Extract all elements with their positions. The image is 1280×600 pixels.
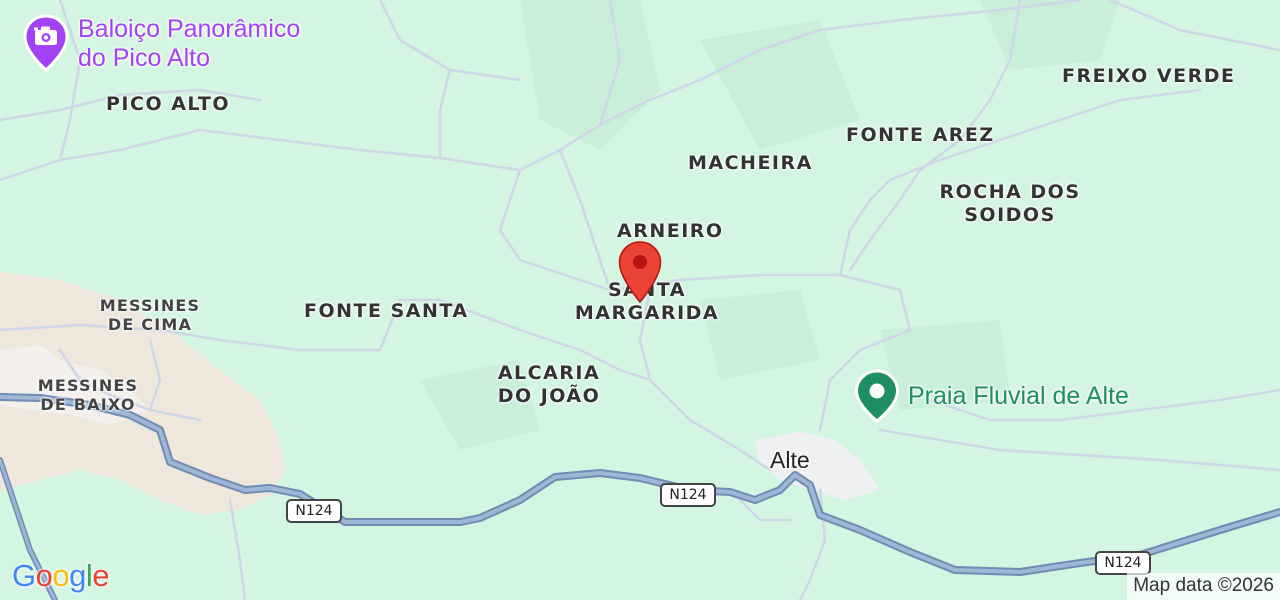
place-label-alcaria-do-joao: ALCARIA DO JOÃO (497, 362, 601, 407)
place-label-fonte-arez: FONTE AREZ (846, 124, 995, 146)
google-logo[interactable]: Google (12, 558, 110, 594)
place-label-macheira: MACHEIRA (688, 152, 813, 174)
location-pin-icon[interactable] (617, 240, 663, 304)
place-label-freixo-verde: FREIXO VERDE (1062, 65, 1236, 87)
place-label-messines-de-baixo: MESSINES DE BAIXO (37, 376, 139, 414)
road-shield-n124: N124 (1095, 551, 1151, 575)
place-label-fonte-santa: FONTE SANTA (304, 300, 469, 322)
map-attribution[interactable]: Map data ©2026 (1127, 573, 1280, 600)
poi-label-baloico[interactable]: Baloiço Panorâmico do Pico Alto (78, 15, 300, 73)
map-canvas[interactable]: PICO ALTO FREIXO VERDE FONTE AREZ MACHEI… (0, 0, 1280, 600)
place-label-rocha-dos-soidos: ROCHA DOS SOIDOS (939, 181, 1081, 226)
town-label-alte[interactable]: Alte (770, 447, 810, 474)
poi-label-praia-fluvial[interactable]: Praia Fluvial de Alte (908, 382, 1129, 411)
road-shield-n124: N124 (660, 483, 716, 507)
poi-pin-praia-fluvial[interactable] (853, 369, 901, 423)
poi-pin-baloico[interactable] (22, 14, 70, 72)
road-shield-n124: N124 (286, 499, 342, 523)
place-label-pico-alto: PICO ALTO (106, 93, 230, 115)
place-label-messines-de-cima: MESSINES DE CIMA (99, 296, 201, 334)
dot-icon (869, 383, 885, 399)
